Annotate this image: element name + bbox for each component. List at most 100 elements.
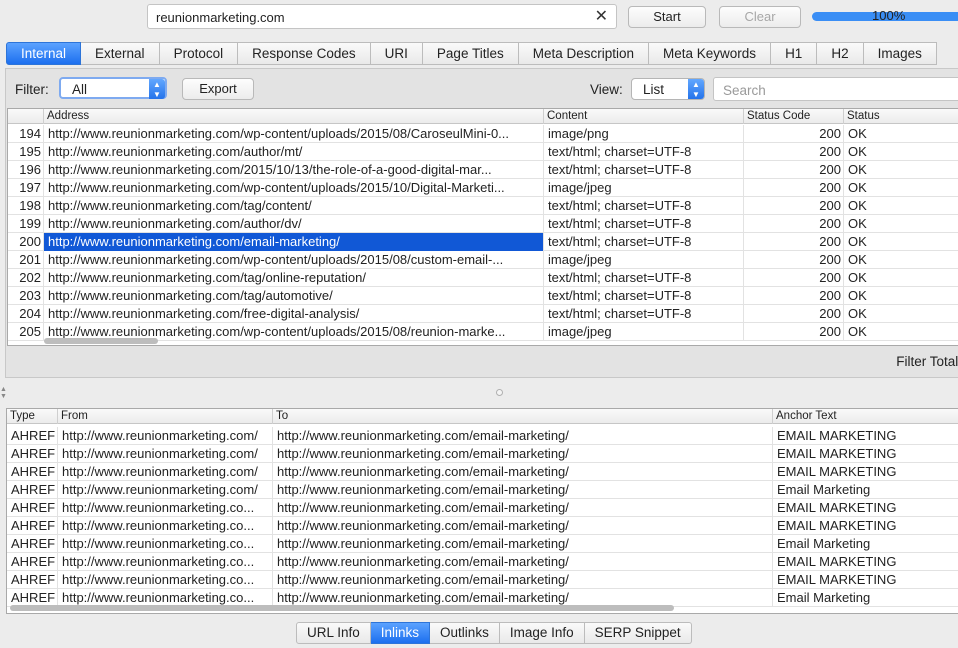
row-to: http://www.reunionmarketing.com/email-ma… [273, 517, 773, 535]
table-row[interactable]: 198 http://www.reunionmarketing.com/tag/c… [8, 197, 958, 215]
row-address: http://www.reunionmarketing.com/tag/auto… [44, 287, 544, 305]
row-anchor-text: EMAIL MARKETING [773, 499, 958, 517]
table-row[interactable]: AHREF http://www.reunionmarketing.com/htt… [7, 427, 958, 445]
tab-meta-description[interactable]: Meta Description [518, 42, 650, 65]
toolbar: reunionmarketing.com ✕ Start Clear 100% [0, 0, 958, 34]
table-row[interactable]: 195 http://www.reunionmarketing.com/autho… [8, 143, 958, 161]
search-input[interactable]: Search [713, 77, 958, 101]
table-row[interactable]: AHREF http://www.reunionmarketing.co... ht… [7, 499, 958, 517]
row-to: http://www.reunionmarketing.com/email-ma… [273, 553, 773, 571]
splitter-handle-icon[interactable] [496, 389, 503, 396]
row-index: 199 [8, 215, 44, 233]
tab-serp-snippet[interactable]: SERP Snippet [584, 622, 692, 644]
tab-h1[interactable]: H1 [771, 42, 818, 65]
column-header-type[interactable]: Type [7, 409, 58, 424]
tab-h2[interactable]: H2 [817, 42, 864, 65]
tab-response-codes[interactable]: Response Codes [238, 42, 371, 65]
tab-uri[interactable]: URI [370, 42, 423, 65]
tab-meta-keywords[interactable]: Meta Keywords [649, 42, 772, 65]
row-index: 204 [8, 305, 44, 323]
table-row[interactable]: AHREF http://www.reunionmarketing.com/htt… [7, 481, 958, 499]
panel-splitter[interactable]: ▲ ▼ [0, 386, 958, 400]
url-input-value: reunionmarketing.com [156, 10, 285, 25]
view-select[interactable]: List ▲ ▼ [631, 78, 705, 100]
row-address: http://www.reunionmarketing.com/tag/onli… [44, 269, 544, 287]
row-content: image/png [544, 125, 744, 143]
row-address: http://www.reunionmarketing.com/wp-conte… [44, 125, 544, 143]
url-table-horizontal-scrollbar[interactable] [44, 338, 158, 344]
tab-inlinks[interactable]: Inlinks [370, 622, 431, 644]
row-content: image/jpeg [544, 323, 744, 341]
table-row[interactable]: 194 http://www.reunionmarketing.com/wp-co… [8, 125, 958, 143]
row-status: OK [844, 323, 958, 341]
row-type: AHREF [7, 481, 58, 499]
tab-url-info[interactable]: URL Info [296, 622, 371, 644]
table-row[interactable]: 199 http://www.reunionmarketing.com/autho… [8, 215, 958, 233]
start-button[interactable]: Start [628, 6, 706, 28]
row-anchor-text: Email Marketing [773, 535, 958, 553]
column-header-from[interactable]: From [58, 409, 273, 424]
tab-protocol[interactable]: Protocol [159, 42, 239, 65]
column-header-index[interactable] [8, 109, 44, 124]
table-row[interactable]: AHREF http://www.reunionmarketing.co... ht… [7, 571, 958, 589]
row-anchor-text: EMAIL MARKETING [773, 445, 958, 463]
row-status-code: 200 [744, 269, 844, 287]
inlinks-table-horizontal-scrollbar[interactable] [10, 605, 674, 611]
table-row[interactable]: 204 http://www.reunionmarketing.com/free-… [8, 305, 958, 323]
clear-button[interactable]: Clear [719, 6, 801, 28]
row-status: OK [844, 305, 958, 323]
row-address: http://www.reunionmarketing.com/tag/cont… [44, 197, 544, 215]
table-row[interactable]: 197 http://www.reunionmarketing.com/wp-co… [8, 179, 958, 197]
row-address: http://www.reunionmarketing.com/2015/10/… [44, 161, 544, 179]
filter-total-label: Filter Total: [896, 354, 958, 369]
filter-select[interactable]: All ▲ ▼ [59, 77, 167, 99]
tab-internal[interactable]: Internal [6, 42, 82, 65]
export-button[interactable]: Export [182, 78, 254, 100]
row-to: http://www.reunionmarketing.com/email-ma… [273, 445, 773, 463]
column-header-content[interactable]: Content [544, 109, 744, 124]
table-row[interactable]: AHREF http://www.reunionmarketing.com/htt… [7, 445, 958, 463]
column-header-status-code[interactable]: Status Code [744, 109, 844, 124]
tab-image-info[interactable]: Image Info [499, 622, 585, 644]
table-row[interactable]: 201 http://www.reunionmarketing.com/wp-co… [8, 251, 958, 269]
row-type: AHREF [7, 499, 58, 517]
row-status: OK [844, 287, 958, 305]
table-row[interactable]: 202 http://www.reunionmarketing.com/tag/o… [8, 269, 958, 287]
table-row[interactable]: 196 http://www.reunionmarketing.com/2015/… [8, 161, 958, 179]
row-index: 195 [8, 143, 44, 161]
tab-page-titles[interactable]: Page Titles [422, 42, 519, 65]
row-from: http://www.reunionmarketing.co... [58, 571, 273, 589]
clear-url-icon[interactable]: ✕ [595, 8, 608, 26]
row-from: http://www.reunionmarketing.co... [58, 553, 273, 571]
row-status-code: 200 [744, 287, 844, 305]
row-index: 194 [8, 125, 44, 143]
row-type: AHREF [7, 463, 58, 481]
table-row[interactable]: AHREF http://www.reunionmarketing.com/htt… [7, 463, 958, 481]
table-row[interactable]: 203 http://www.reunionmarketing.com/tag/a… [8, 287, 958, 305]
table-row[interactable]: AHREF http://www.reunionmarketing.co... ht… [7, 517, 958, 535]
row-content: text/html; charset=UTF-8 [544, 161, 744, 179]
row-to: http://www.reunionmarketing.com/email-ma… [273, 535, 773, 553]
tab-external[interactable]: External [81, 42, 160, 65]
row-status-code: 200 [744, 143, 844, 161]
tab-outlinks[interactable]: Outlinks [430, 622, 500, 644]
row-content: text/html; charset=UTF-8 [544, 215, 744, 233]
url-input[interactable]: reunionmarketing.com ✕ [147, 4, 617, 29]
row-status-code: 200 [744, 251, 844, 269]
table-row[interactable]: 200 http://www.reunionmarketing.com/email… [8, 233, 958, 251]
tab-images[interactable]: Images [863, 42, 937, 65]
collapse-triangle-icon[interactable]: ▲ ▼ [0, 386, 7, 400]
column-header-address[interactable]: Address [44, 109, 544, 124]
row-address: http://www.reunionmarketing.com/author/d… [44, 215, 544, 233]
table-row[interactable]: AHREF http://www.reunionmarketing.co... ht… [7, 553, 958, 571]
column-header-status[interactable]: Status [844, 109, 958, 124]
column-header-anchor-text[interactable]: Anchor Text [773, 409, 958, 424]
inlinks-table-header: Type From To Anchor Text [7, 409, 958, 424]
row-content: text/html; charset=UTF-8 [544, 305, 744, 323]
row-status: OK [844, 125, 958, 143]
row-to: http://www.reunionmarketing.com/email-ma… [273, 427, 773, 445]
table-row[interactable]: AHREF http://www.reunionmarketing.co... ht… [7, 535, 958, 553]
row-index: 196 [8, 161, 44, 179]
row-from: http://www.reunionmarketing.com/ [58, 481, 273, 499]
column-header-to[interactable]: To [273, 409, 773, 424]
